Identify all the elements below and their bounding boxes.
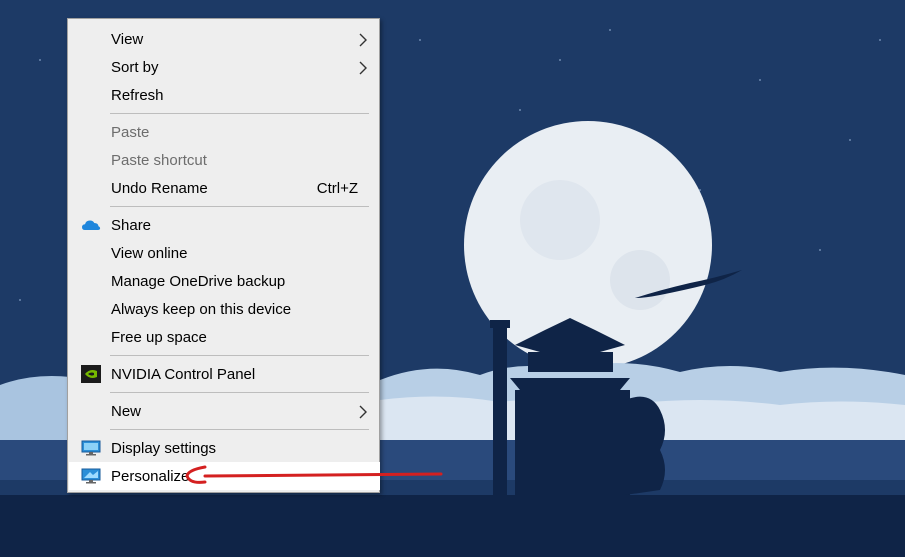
menu-item-display-settings[interactable]: Display settings xyxy=(69,434,380,462)
display-settings-icon xyxy=(81,440,101,456)
menu-item-refresh-label: Refresh xyxy=(111,87,164,104)
menu-item-paste-label: Paste xyxy=(111,124,150,141)
menu-item-nvidia-control-panel[interactable]: NVIDIA Control Panel xyxy=(69,360,380,388)
menu-item-sort-by-label: Sort by xyxy=(111,59,159,76)
submenu-arrow-icon xyxy=(359,405,367,419)
menu-item-personalize[interactable]: Personalize xyxy=(69,462,380,490)
submenu-arrow-icon xyxy=(359,33,367,47)
menu-item-share-label: Share xyxy=(111,217,152,234)
menu-item-always-keep-on-device-label: Always keep on this device xyxy=(111,301,292,318)
menu-item-new-label: New xyxy=(111,403,142,420)
menu-item-sort-by[interactable]: Sort by xyxy=(69,53,380,81)
menu-item-free-up-space[interactable]: Free up space xyxy=(69,323,380,351)
desktop-context-menu: View Sort by Refresh Paste Paste shortcu… xyxy=(67,18,380,493)
menu-item-view-label: View xyxy=(111,31,144,48)
nvidia-icon xyxy=(81,365,101,383)
onedrive-cloud-icon xyxy=(82,220,101,230)
menu-item-always-keep-on-device[interactable]: Always keep on this device xyxy=(69,295,380,323)
submenu-arrow-icon xyxy=(359,61,367,75)
menu-item-display-settings-label: Display settings xyxy=(111,440,217,457)
menu-item-view[interactable]: View xyxy=(69,25,380,53)
menu-item-undo-rename-label: Undo Rename xyxy=(111,180,208,197)
menu-item-paste-shortcut[interactable]: Paste shortcut xyxy=(69,146,380,174)
menu-item-share[interactable]: Share xyxy=(69,211,380,239)
personalize-icon xyxy=(81,468,101,484)
menu-item-manage-onedrive-backup-label: Manage OneDrive backup xyxy=(111,273,286,290)
menu-separator xyxy=(110,429,369,430)
menu-item-view-online-label: View online xyxy=(111,245,188,262)
menu-item-refresh[interactable]: Refresh xyxy=(69,81,380,109)
menu-separator xyxy=(110,392,369,393)
menu-separator xyxy=(110,206,369,207)
menu-item-manage-onedrive-backup[interactable]: Manage OneDrive backup xyxy=(69,267,380,295)
menu-separator xyxy=(110,355,369,356)
menu-separator xyxy=(110,113,369,114)
menu-item-personalize-label: Personalize xyxy=(111,468,190,485)
menu-item-paste[interactable]: Paste xyxy=(69,118,380,146)
menu-item-free-up-space-label: Free up space xyxy=(111,329,207,346)
menu-item-undo-rename[interactable]: Undo Rename Ctrl+Z xyxy=(69,174,380,202)
menu-item-paste-shortcut-label: Paste shortcut xyxy=(111,152,207,169)
menu-item-nvidia-control-panel-label: NVIDIA Control Panel xyxy=(111,366,256,383)
menu-item-view-online[interactable]: View online xyxy=(69,239,380,267)
menu-item-shortcut-label: Ctrl+Z xyxy=(316,180,358,197)
menu-item-new[interactable]: New xyxy=(69,397,380,425)
